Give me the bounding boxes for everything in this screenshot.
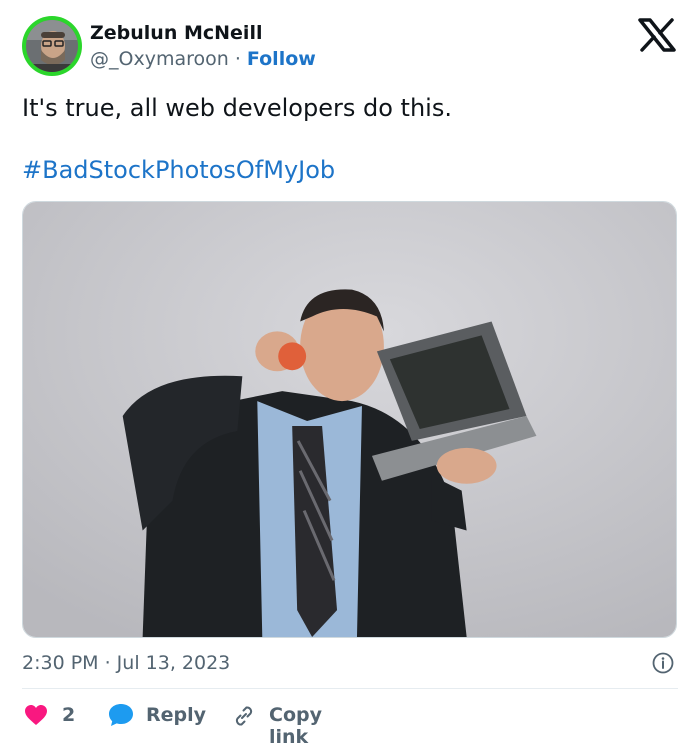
avatar[interactable] — [22, 16, 82, 76]
info-icon[interactable] — [652, 652, 674, 674]
divider — [22, 688, 678, 689]
link-icon[interactable] — [232, 704, 256, 728]
x-logo-icon[interactable] — [638, 18, 676, 52]
reply-button[interactable]: Reply — [146, 704, 206, 726]
stock-photo-illustration — [23, 202, 676, 637]
follow-button[interactable]: Follow — [247, 48, 316, 70]
tweet-card: Zebulun McNeill @_Oxymaroon · Follow It'… — [0, 0, 700, 748]
author-handle[interactable]: @_Oxymaroon — [90, 48, 229, 70]
hashtag-link[interactable]: #BadStockPhotosOfMyJob — [22, 154, 335, 186]
author-handle-row: @_Oxymaroon · Follow — [90, 48, 316, 70]
heart-icon[interactable] — [24, 704, 48, 726]
author-name[interactable]: Zebulun McNeill — [90, 22, 262, 44]
tweet-photo[interactable] — [22, 201, 677, 638]
reply-bubble-icon[interactable] — [108, 703, 134, 727]
tweet-text: It's true, all web developers do this. — [22, 94, 452, 122]
handle-separator: · — [234, 48, 241, 70]
tweet-timestamp[interactable]: 2:30 PM · Jul 13, 2023 — [22, 652, 230, 674]
like-count[interactable]: 2 — [62, 704, 75, 726]
copy-link-button[interactable]: Copy link — [269, 704, 322, 748]
avatar-photo — [26, 20, 78, 72]
